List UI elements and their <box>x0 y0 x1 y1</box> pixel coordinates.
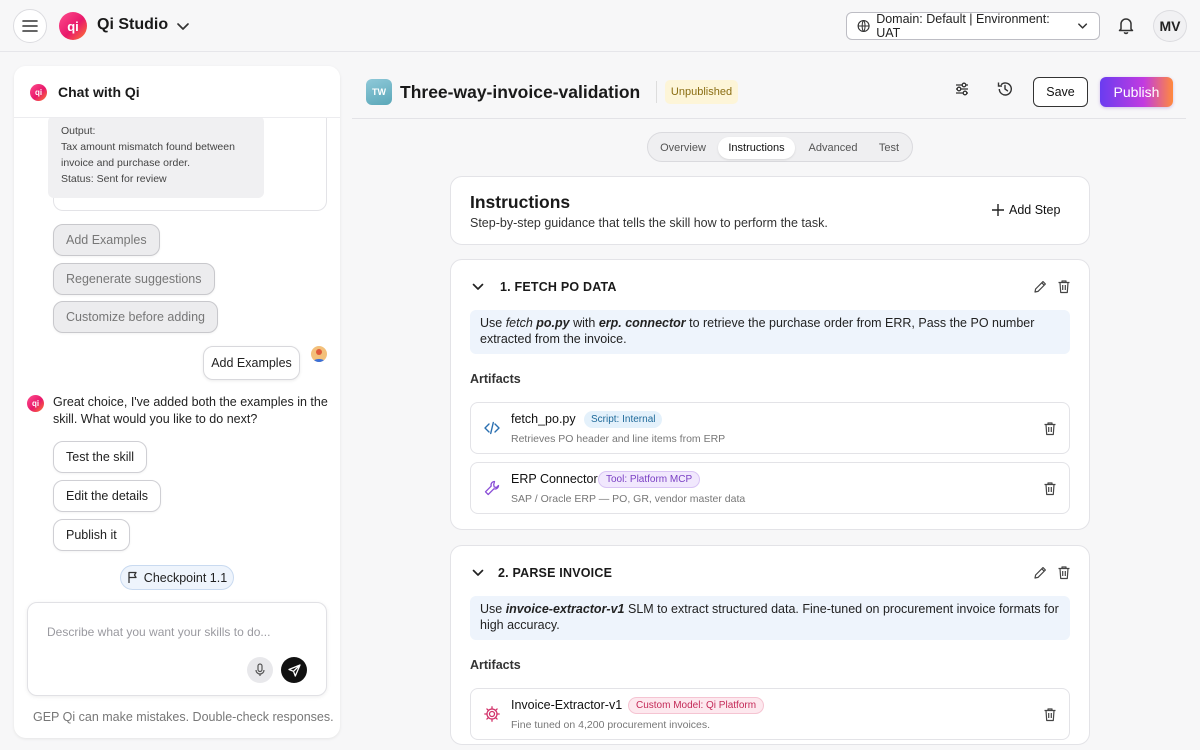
globe-icon <box>857 19 870 33</box>
chat-panel: qi Chat with Qi Output: Tax amount misma… <box>14 66 340 738</box>
output-line: Tax amount mismatch found between <box>61 141 235 153</box>
test-the-skill-button[interactable]: Test the skill <box>53 441 148 473</box>
qi-logo: qi <box>59 12 87 40</box>
chevron-down-icon <box>1077 23 1087 29</box>
publish-button[interactable]: Publish <box>1100 77 1173 107</box>
step-title: 1. FETCH PO DATA <box>500 280 617 294</box>
divider <box>656 81 657 103</box>
artifact-item[interactable]: ERP Connector Tool: Platform MCP SAP / O… <box>470 462 1070 514</box>
save-button[interactable]: Save <box>1033 77 1088 107</box>
gear-icon <box>483 705 501 723</box>
edit-the-details-button[interactable]: Edit the details <box>53 480 161 512</box>
artifacts-label: Artifacts <box>470 372 521 386</box>
edit-pencil-icon[interactable] <box>1033 565 1048 580</box>
artifact-tag: Custom Model: Qi Platform <box>628 697 765 714</box>
user-avatar[interactable]: MV <box>1153 10 1187 42</box>
artifact-tag: Script: Internal <box>584 411 663 428</box>
microphone-icon <box>255 663 265 676</box>
collapse-chevron-icon[interactable] <box>471 566 485 580</box>
domain-environment-label: Domain: Default | Environment: UAT <box>876 12 1050 40</box>
code-icon <box>483 419 501 437</box>
chat-input-box[interactable]: Describe what you want your skills to do… <box>27 602 327 696</box>
status-badge: Unpublished <box>665 80 738 104</box>
checkpoint-badge[interactable]: Checkpoint 1.1 <box>120 565 234 590</box>
collapse-chevron-icon[interactable] <box>471 280 485 294</box>
chat-title: Chat with Qi <box>58 84 140 100</box>
artifact-description: Retrieves PO header and line items from … <box>511 433 726 445</box>
plus-icon <box>992 204 1004 216</box>
publish-it-button[interactable]: Publish it <box>53 519 130 551</box>
customize-before-adding-button[interactable]: Customize before adding <box>53 301 218 333</box>
artifact-name: Invoice-Extractor-v1 <box>511 698 623 712</box>
hamburger-icon <box>22 20 38 32</box>
artifact-description: Fine tuned on 4,200 procurement invoices… <box>511 719 711 731</box>
delete-artifact-trash-icon[interactable] <box>1043 421 1057 436</box>
chat-input-placeholder[interactable]: Describe what you want your skills to do… <box>47 625 270 639</box>
output-line: Status: Sent for review <box>61 173 167 185</box>
delete-trash-icon[interactable] <box>1057 279 1071 294</box>
qi-chat-logo: qi <box>30 84 47 101</box>
artifact-name: ERP Connector <box>511 472 598 486</box>
step-title: 2. PARSE INVOICE <box>498 566 613 580</box>
send-button[interactable] <box>281 657 307 683</box>
app-title[interactable]: Qi Studio <box>97 16 168 34</box>
ai-disclaimer: GEP Qi can make mistakes. Double-check r… <box>33 710 334 724</box>
instructions-subtitle: Step-by-step guidance that tells the ski… <box>470 216 828 230</box>
edit-pencil-icon[interactable] <box>1033 279 1048 294</box>
instructions-title: Instructions <box>470 192 571 212</box>
history-icon[interactable] <box>996 80 1014 98</box>
tab-advanced[interactable]: Advanced <box>800 137 866 159</box>
artifact-tag: Tool: Platform MCP <box>598 471 701 488</box>
artifacts-label: Artifacts <box>470 658 521 672</box>
skill-icon: TW <box>366 79 392 105</box>
settings-sliders-icon[interactable] <box>953 80 971 98</box>
bot-message: Great choice, I've added both the exampl… <box>53 395 328 426</box>
artifact-description: SAP / Oracle ERP — PO, GR, vendor master… <box>511 493 746 505</box>
tab-overview[interactable]: Overview <box>652 137 714 159</box>
output-example-box: Output: Tax amount mismatch found betwee… <box>48 116 264 198</box>
user-message: Add Examples <box>203 346 300 380</box>
delete-artifact-trash-icon[interactable] <box>1043 707 1057 722</box>
delete-artifact-trash-icon[interactable] <box>1043 481 1057 496</box>
delete-trash-icon[interactable] <box>1057 565 1071 580</box>
chat-header: qi Chat with Qi <box>14 66 340 118</box>
artifact-name: fetch_po.py <box>511 412 576 426</box>
step-card: 2. PARSE INVOICE Use invoice-extractor-v… <box>450 545 1090 745</box>
checkpoint-label: Checkpoint 1.1 <box>143 570 228 585</box>
microphone-button[interactable] <box>247 657 273 683</box>
skill-header: TW Three-way-invoice-validation Unpublis… <box>352 66 1186 119</box>
user-message-avatar <box>311 346 327 362</box>
tab-instructions[interactable]: Instructions <box>718 137 795 159</box>
add-step-label: Add Step <box>1009 203 1061 217</box>
qi-bot-avatar: qi <box>27 395 44 412</box>
regenerate-suggestions-button[interactable]: Regenerate suggestions <box>53 263 215 295</box>
output-line: Output: <box>61 125 96 137</box>
tab-test[interactable]: Test <box>870 137 908 159</box>
flag-icon <box>128 571 137 583</box>
step-card: 1. FETCH PO DATA Use fetch po.py with er… <box>450 259 1090 530</box>
send-icon <box>287 663 301 677</box>
artifact-item[interactable]: Invoice-Extractor-v1 Custom Model: Qi Pl… <box>470 688 1070 740</box>
instructions-header-card: Instructions Step-by-step guidance that … <box>450 176 1090 245</box>
add-step-button[interactable]: Add Step <box>991 203 1060 217</box>
step-description: Use fetch po.py with erp. connector to r… <box>470 310 1070 354</box>
skill-title: Three-way-invoice-validation <box>400 82 641 102</box>
notifications-bell-icon[interactable] <box>1116 15 1136 35</box>
output-line: invoice and purchase order. <box>61 157 190 169</box>
add-examples-suggestion[interactable]: Add Examples <box>53 224 160 256</box>
app-switcher-chevron-icon[interactable] <box>175 18 191 34</box>
wrench-icon <box>483 479 501 497</box>
step-description: Use invoice-extractor-v1 SLM to extract … <box>470 596 1070 640</box>
skill-tabs: Overview Instructions Advanced Test <box>647 132 913 162</box>
domain-environment-select[interactable]: Domain: Default | Environment: UAT <box>846 12 1100 40</box>
top-bar: qi Qi Studio Domain: Default | Environme… <box>0 0 1200 52</box>
artifact-item[interactable]: fetch_po.py Script: Internal Retrieves P… <box>470 402 1070 454</box>
hamburger-menu-button[interactable] <box>13 9 47 43</box>
